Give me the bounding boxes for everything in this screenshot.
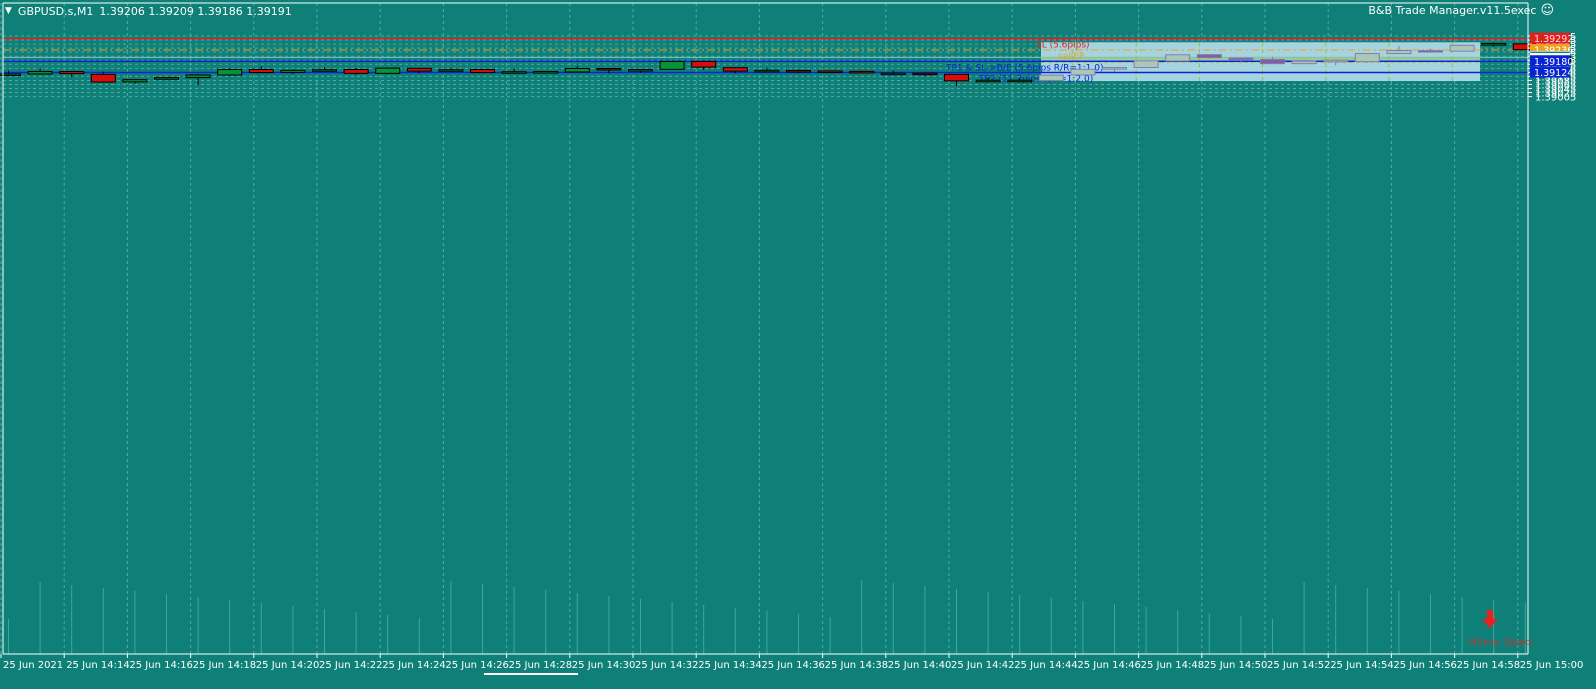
price-tag-label: 1.39180 — [1534, 57, 1573, 68]
candle-body-bull[interactable] — [280, 69, 306, 73]
candle-body-bear[interactable] — [912, 72, 938, 76]
time-tick-label: 25 Jun 14:52 — [1267, 660, 1331, 671]
time-tick-label: 25 Jun 14:22 — [319, 660, 383, 671]
candle-body-bull[interactable] — [1007, 79, 1033, 83]
candle-body-bear[interactable] — [849, 70, 875, 74]
price-chart[interactable]: SL (5.6pips)sellEPTP1 & SL->B/E (5.6pips… — [0, 0, 1596, 689]
time-tick-label: 25 Jun 14:28 — [509, 660, 573, 671]
candle-body-bull[interactable] — [27, 71, 53, 75]
candle-body-bull[interactable] — [754, 69, 780, 73]
candle-body-bull[interactable] — [1070, 68, 1096, 76]
candle-body-bull[interactable] — [375, 67, 401, 74]
candle-body-bear[interactable] — [343, 69, 369, 74]
time-tick-label: 25 Jun 14:34 — [698, 660, 762, 671]
time-tick-label: 25 Jun 14:20 — [256, 660, 320, 671]
price-tag-label: 1.39292 — [1534, 34, 1573, 45]
sell-entry-line-label: sellEP — [1058, 52, 1085, 62]
candle-body-bull[interactable] — [1386, 50, 1412, 55]
candle-body-bear[interactable] — [248, 69, 274, 74]
candle-body-bear[interactable] — [90, 73, 116, 83]
candle-body-bull[interactable] — [217, 69, 243, 76]
candle-body-bear[interactable] — [691, 60, 717, 68]
symbol-label: GBPUSD.s,M1 — [17, 4, 94, 18]
candle-body-bull[interactable] — [1354, 53, 1380, 63]
time-tick-label: 25 Jun 14:44 — [1014, 660, 1078, 671]
candle-body-bear[interactable] — [1260, 58, 1285, 65]
candle-body-bull[interactable] — [1449, 44, 1475, 52]
expert-advisor-name: B&B Trade Manager.v11.5exec — [1368, 4, 1537, 17]
time-tick-label: 25 Jun 2021 — [3, 660, 63, 671]
chart-background — [0, 0, 1596, 689]
candle-body-bull[interactable] — [564, 68, 590, 73]
time-tick-label: 25 Jun 14:32 — [635, 660, 699, 671]
candle-body-bull[interactable] — [880, 72, 906, 76]
candle-body-bull[interactable] — [1291, 60, 1317, 65]
candle-body-bear[interactable] — [1418, 50, 1443, 53]
price-tag-label: 1.39124 — [1534, 68, 1573, 79]
candle-body-bull[interactable] — [533, 71, 559, 74]
time-tick-label: 25 Jun 14:26 — [445, 660, 509, 671]
candle-body-bear[interactable] — [470, 69, 495, 74]
time-tick-label: 25 Jun 14:38 — [825, 660, 889, 671]
time-tick-label: 25 Jun 14:56 — [1393, 660, 1457, 671]
candle-body-bull[interactable] — [154, 77, 179, 80]
time-tick-label: 25 Jun 14:40 — [888, 660, 952, 671]
candle-body-bear[interactable] — [817, 70, 843, 73]
ohlc-values: 1.39206 1.39209 1.39186 1.39191 — [99, 4, 292, 18]
candle-body-bear[interactable] — [596, 68, 622, 71]
chart-header: ▼ GBPUSD.s,M1 1.39206 1.39209 1.39186 1.… — [5, 3, 292, 19]
candle-body-bear[interactable] — [1228, 57, 1254, 61]
time-tick-label: 25 Jun 14:18 — [193, 660, 257, 671]
candle-body-bull[interactable] — [1323, 59, 1349, 63]
time-tick-label: 25 Jun 14:42 — [951, 660, 1015, 671]
candle-body-bull[interactable] — [659, 60, 685, 70]
candle-body-bull[interactable] — [122, 79, 148, 83]
candle-body-bull[interactable] — [501, 71, 527, 74]
time-tick-label: 25 Jun 14:46 — [1077, 660, 1141, 671]
expert-advisor-label[interactable]: B&B Trade Manager.v11.5exec ☺ — [1368, 2, 1554, 18]
time-tick-label: 25 Jun 15:00 — [1520, 660, 1584, 671]
tp2-line-label: TP2 (11.2pips R/R=1:2.0) — [978, 75, 1093, 85]
candle-body-bull[interactable] — [975, 79, 1001, 83]
time-tick-label: 25 Jun 14:50 — [1204, 660, 1268, 671]
candle-body-bull[interactable] — [1133, 60, 1159, 69]
candle-body-bear[interactable] — [722, 67, 748, 72]
candle-body-bear[interactable] — [1196, 54, 1222, 59]
price-tick-label: 1.39005 — [1535, 93, 1576, 104]
sl-line-label: SL (5.6pips) — [1036, 41, 1090, 51]
time-tick-label: 25 Jun 14:30 — [572, 660, 636, 671]
candle-body-bear[interactable] — [786, 70, 811, 73]
candle-body-bear[interactable] — [406, 67, 432, 72]
time-tick-label: 25 Jun 14:54 — [1330, 660, 1394, 671]
candle-body-bull[interactable] — [1102, 67, 1127, 70]
time-tick-label: 25 Jun 14:48 — [1141, 660, 1205, 671]
time-tick-label: 25 Jun 14:36 — [761, 660, 825, 671]
countdown-text: (45min 18sec) — [1468, 638, 1533, 648]
candle-body-bull[interactable] — [1165, 54, 1191, 62]
candle-body-bull[interactable] — [628, 69, 653, 72]
candle-body-bear[interactable] — [944, 73, 969, 82]
time-tick-label: 25 Jun 14:16 — [129, 660, 193, 671]
time-tick-label: 25 Jun 14:14 — [66, 660, 130, 671]
candle-body-bull[interactable] — [438, 69, 464, 72]
candle-body-bull[interactable] — [312, 69, 337, 72]
candle-body-bull[interactable] — [1481, 42, 1507, 46]
triangle-down-icon[interactable]: ▼ — [5, 6, 12, 16]
candle-body-bear[interactable] — [59, 71, 85, 75]
time-tick-label: 25 Jun 14:58 — [1457, 660, 1521, 671]
candle-body-bull[interactable] — [1038, 74, 1064, 81]
smiley-icon: ☺ — [1540, 2, 1554, 18]
time-tick-label: 25 Jun 14:24 — [382, 660, 446, 671]
candle-body-bull[interactable] — [185, 74, 211, 79]
